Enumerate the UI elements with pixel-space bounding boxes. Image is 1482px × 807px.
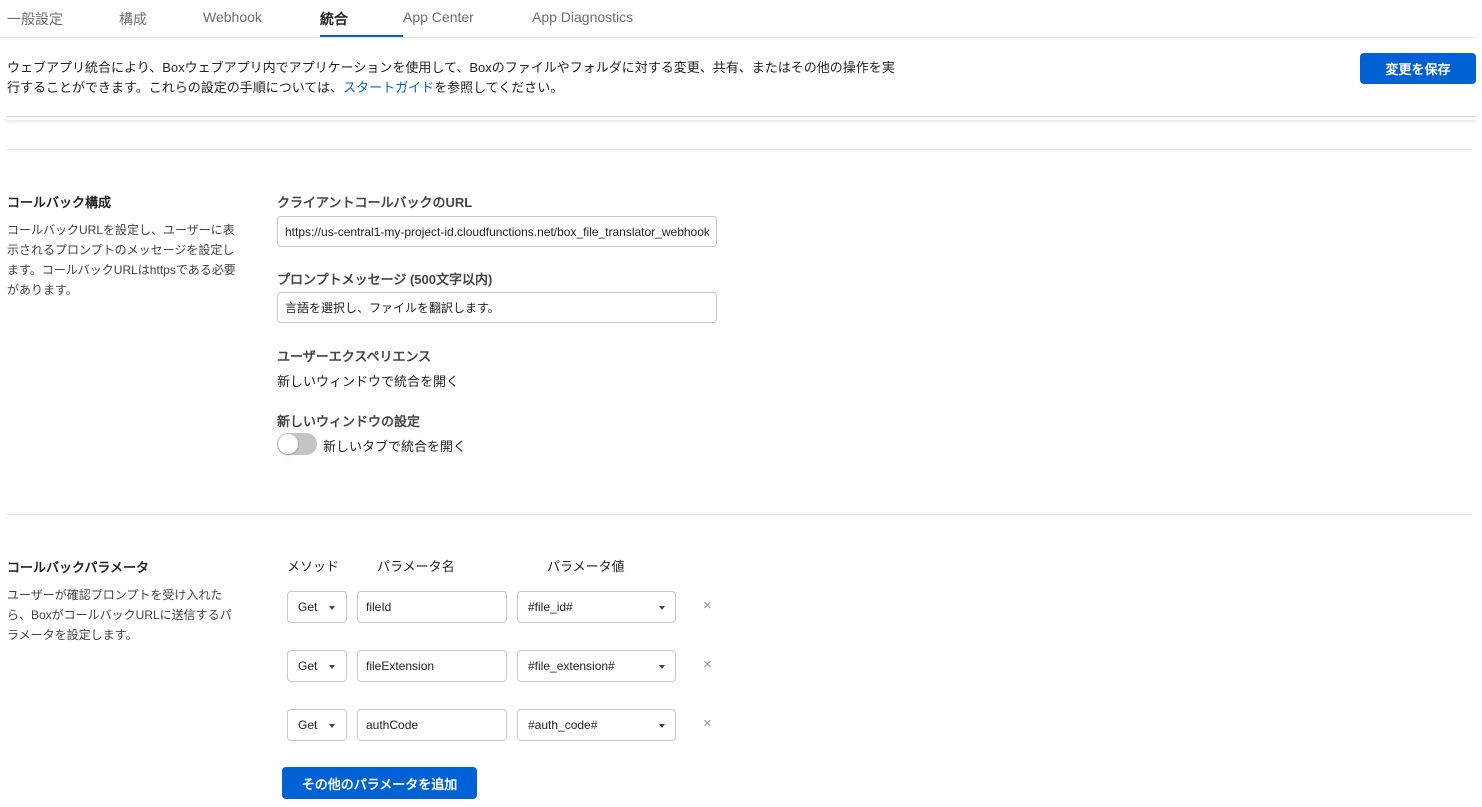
intro-text-after: を参照してください。 xyxy=(434,80,564,95)
param-name-input[interactable] xyxy=(357,709,507,741)
callback-config-title: コールバック構成 xyxy=(7,195,112,210)
tab-app-diagnostics[interactable]: App Diagnostics xyxy=(532,9,633,25)
prompt-message-input[interactable] xyxy=(277,292,717,323)
caret-down-icon xyxy=(659,606,665,610)
tab-app-center[interactable]: App Center xyxy=(403,9,474,25)
caret-down-icon xyxy=(659,665,665,669)
toggle-knob xyxy=(278,434,298,454)
param-value-text: #auth_code# xyxy=(528,718,598,732)
param-name-input[interactable] xyxy=(357,591,507,623)
active-tab-indicator xyxy=(320,35,403,37)
callback-url-label: クライアントコールバックのURL xyxy=(277,195,473,210)
param-value-select[interactable]: #auth_code# xyxy=(517,709,676,741)
user-experience-label: ユーザーエクスペリエンス xyxy=(277,349,432,364)
callback-params-description: ユーザーが確認プロンプトを受け入れたら、BoxがコールバックURLに送信するパラ… xyxy=(7,588,232,642)
section-divider xyxy=(7,149,1472,150)
param-method-select[interactable]: Get xyxy=(287,650,347,682)
open-in-new-tab-toggle[interactable] xyxy=(277,433,317,455)
save-changes-button[interactable]: 変更を保存 xyxy=(1360,53,1476,84)
param-method-select[interactable]: Get xyxy=(287,709,347,741)
param-method-value: Get xyxy=(298,718,318,732)
section-divider xyxy=(7,514,1472,515)
column-header-method: メソッド xyxy=(287,559,340,574)
param-value-text: #file_id# xyxy=(528,600,573,614)
column-header-param-name: パラメータ名 xyxy=(377,559,455,574)
tab-bar: 一般設定 構成 Webhook 統合 App Center App Diagno… xyxy=(0,0,1476,38)
callback-url-input[interactable] xyxy=(277,216,717,247)
remove-param-icon[interactable]: × xyxy=(703,598,712,613)
user-experience-value: 新しいウィンドウで統合を開く xyxy=(277,374,460,389)
param-value-text: #file_extension# xyxy=(528,659,615,673)
param-value-select[interactable]: #file_extension# xyxy=(517,650,676,682)
param-method-value: Get xyxy=(298,600,318,614)
header-divider xyxy=(7,116,1476,120)
callback-config-description: コールバックURLを設定し、ユーザーに表示されるプロンプトのメッセージを設定しま… xyxy=(7,223,236,297)
param-method-value: Get xyxy=(298,659,318,673)
tab-integrations[interactable]: 統合 xyxy=(320,9,348,29)
open-in-new-tab-label: 新しいタブで統合を開く xyxy=(323,439,467,454)
remove-param-icon[interactable]: × xyxy=(703,716,712,731)
intro-text: ウェブアプリ統合により、Boxウェブアプリ内でアプリケーションを使用して、Box… xyxy=(7,58,907,98)
caret-down-icon xyxy=(659,724,665,728)
caret-down-icon xyxy=(329,724,335,728)
param-method-select[interactable]: Get xyxy=(287,591,347,623)
remove-param-icon[interactable]: × xyxy=(703,657,712,672)
caret-down-icon xyxy=(329,665,335,669)
column-header-param-value: パラメータ値 xyxy=(547,559,625,574)
param-value-select[interactable]: #file_id# xyxy=(517,591,676,623)
add-parameter-button[interactable]: その他のパラメータを追加 xyxy=(282,767,477,799)
callback-params-title: コールバックパラメータ xyxy=(7,560,149,575)
caret-down-icon xyxy=(329,606,335,610)
param-name-input[interactable] xyxy=(357,650,507,682)
new-window-settings-label: 新しいウィンドウの設定 xyxy=(277,414,421,429)
start-guide-link[interactable]: スタートガイド xyxy=(343,80,434,95)
tab-configuration[interactable]: 構成 xyxy=(119,9,147,29)
prompt-message-label: プロンプトメッセージ (500文字以内) xyxy=(277,272,493,287)
tab-general-settings[interactable]: 一般設定 xyxy=(7,9,63,29)
tab-webhook[interactable]: Webhook xyxy=(203,9,262,25)
